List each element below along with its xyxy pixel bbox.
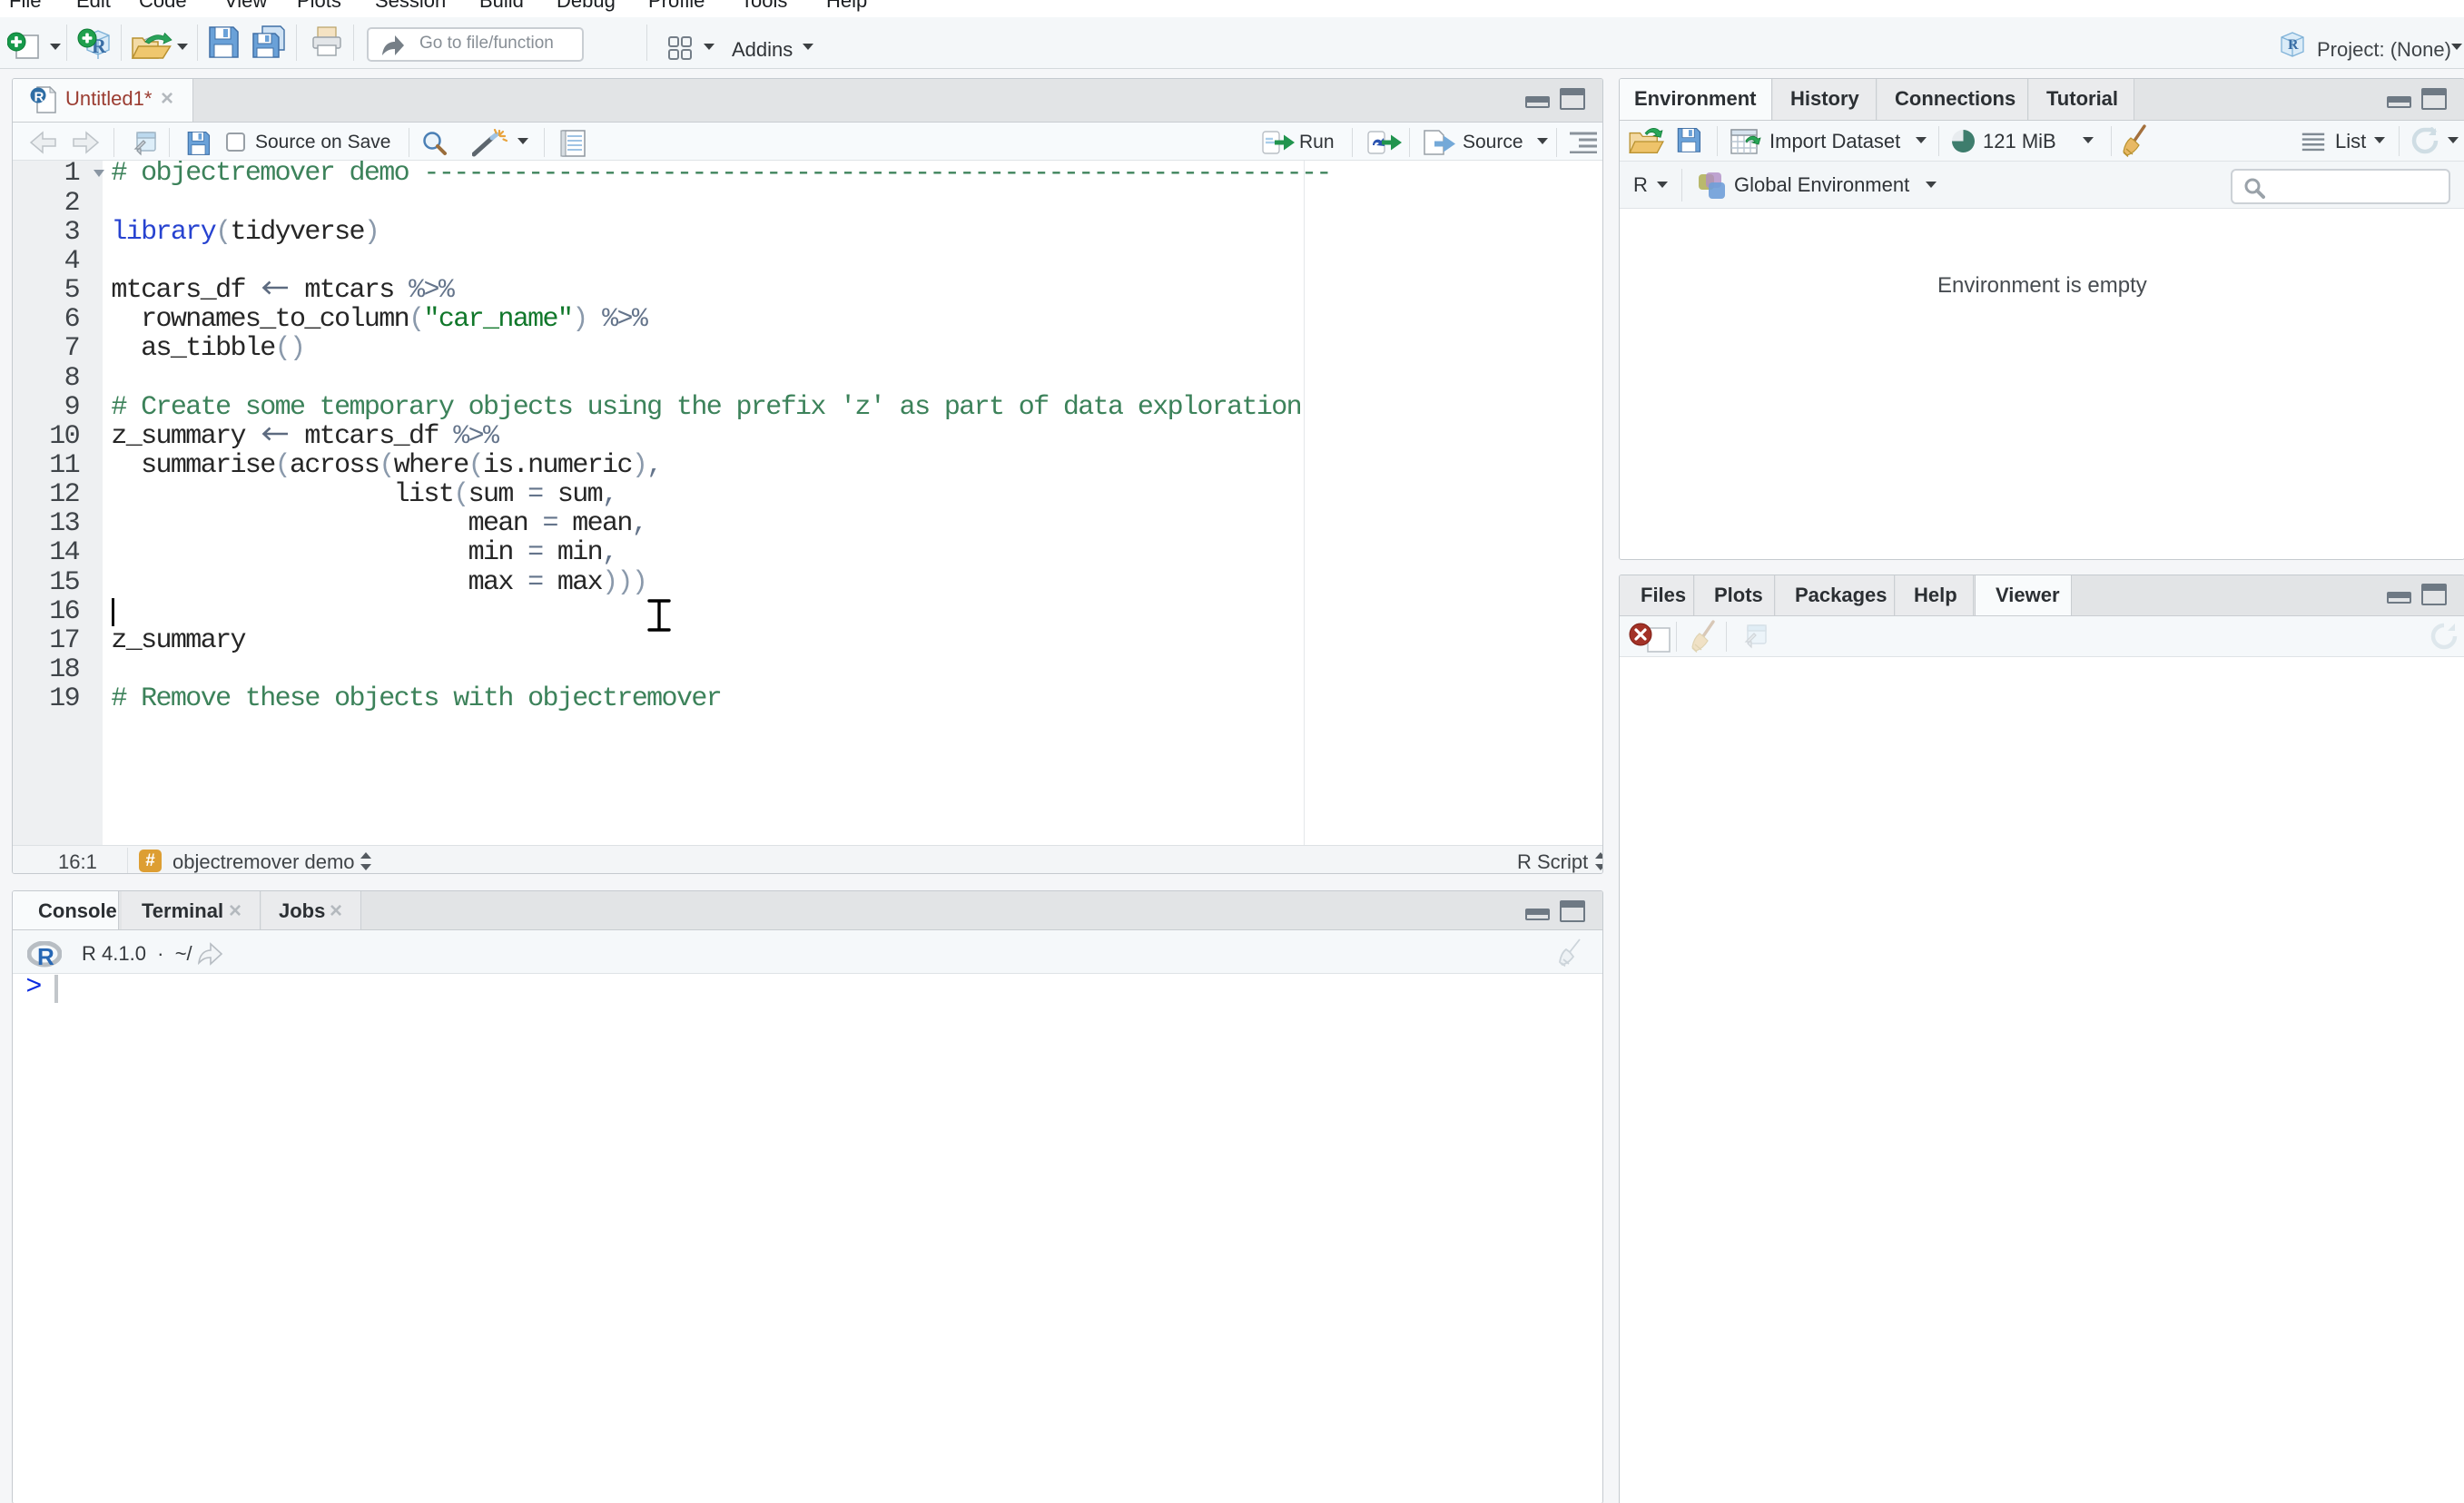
svg-text:R: R <box>34 90 44 105</box>
svg-text:R: R <box>37 943 54 968</box>
svg-text:R: R <box>2288 37 2299 53</box>
